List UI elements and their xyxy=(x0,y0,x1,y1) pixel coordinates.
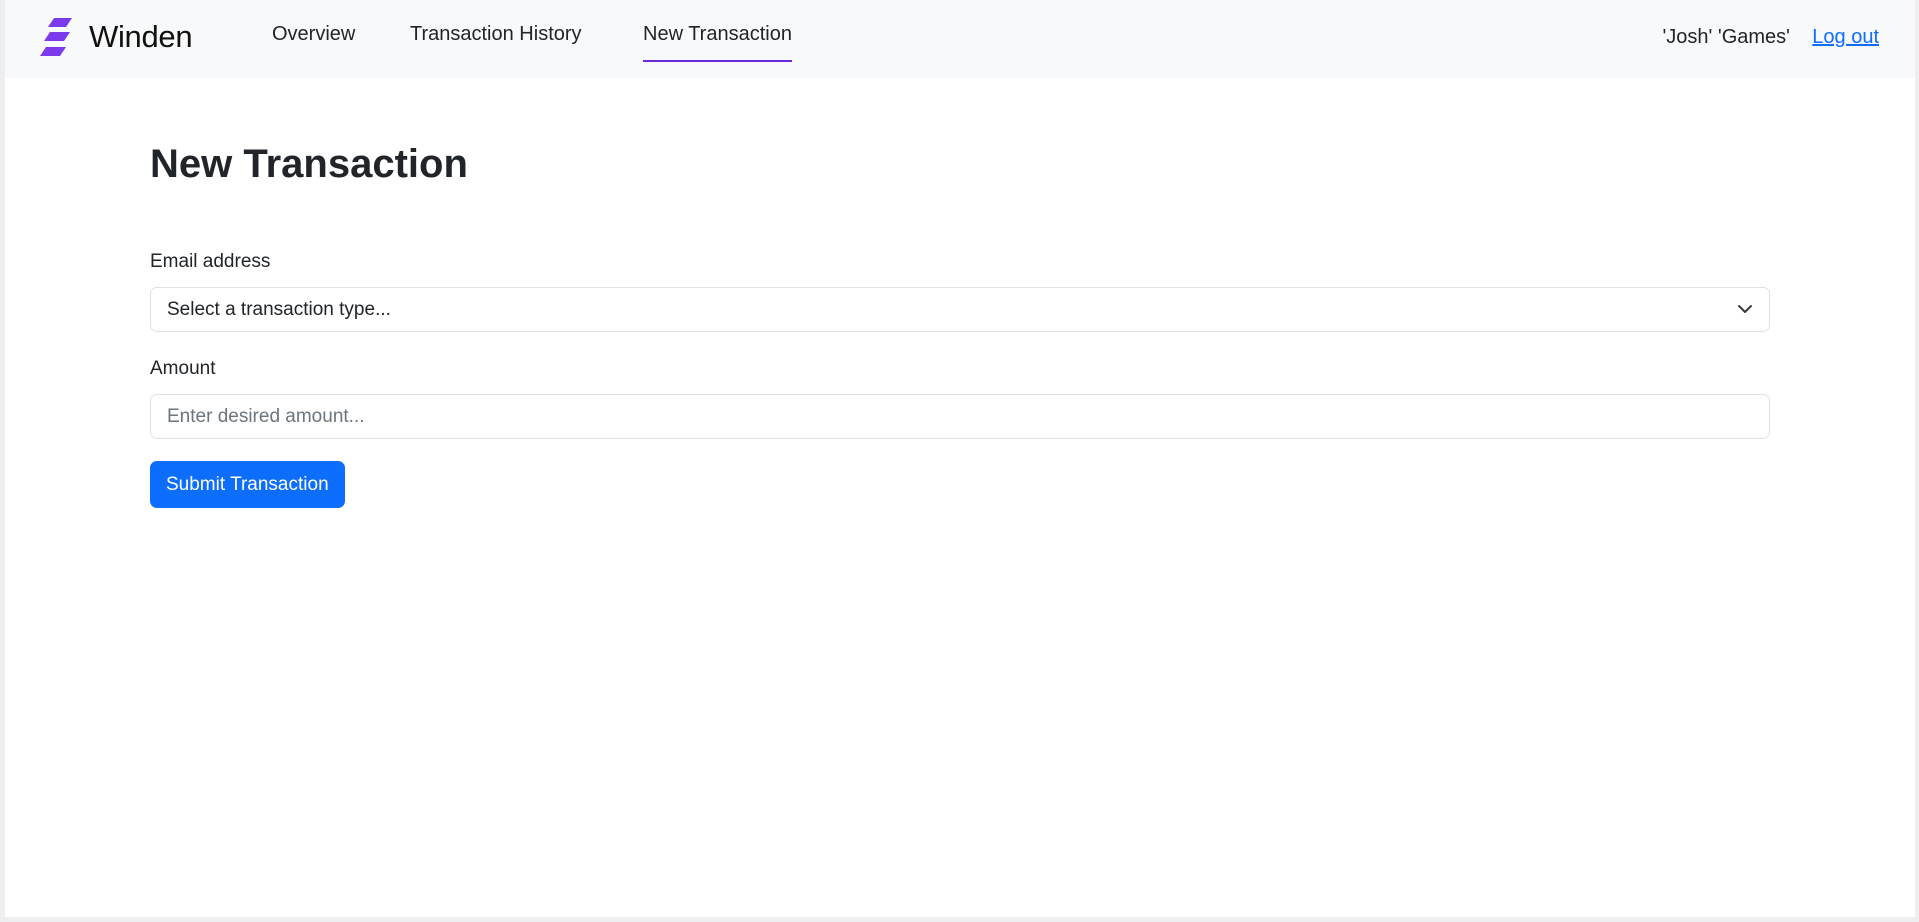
amount-input[interactable] xyxy=(150,394,1770,439)
page-title: New Transaction xyxy=(150,142,468,186)
transaction-type-select[interactable]: Select a transaction type... xyxy=(150,287,1770,332)
email-address-label: Email address xyxy=(150,251,271,272)
transaction-type-selected-value: Select a transaction type... xyxy=(167,299,391,320)
app-window: Winden Overview Transaction History New … xyxy=(5,0,1915,917)
winden-logo-icon xyxy=(40,18,72,56)
logout-link[interactable]: Log out xyxy=(1812,26,1879,49)
chevron-down-icon xyxy=(1738,305,1752,313)
brand-name: Winden xyxy=(89,19,193,54)
nav-link-overview[interactable]: Overview xyxy=(272,23,355,63)
nav-link-transaction-history[interactable]: Transaction History xyxy=(410,23,582,63)
submit-transaction-button[interactable]: Submit Transaction xyxy=(150,461,345,508)
top-navbar: Winden Overview Transaction History New … xyxy=(5,0,1915,78)
nav-link-new-transaction[interactable]: New Transaction xyxy=(643,23,792,62)
brand-home-link[interactable]: Winden xyxy=(40,18,193,56)
main-content: New Transaction Email address Select a t… xyxy=(150,138,1772,508)
amount-label: Amount xyxy=(150,358,216,379)
user-name: 'Josh' 'Games' xyxy=(1662,26,1790,48)
